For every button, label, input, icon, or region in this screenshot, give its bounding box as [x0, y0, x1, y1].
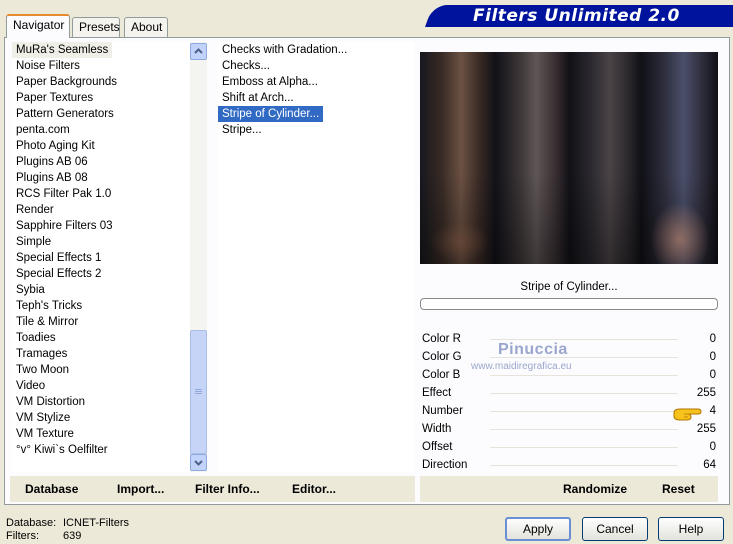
category-item[interactable]: Toadies — [12, 330, 190, 346]
filters-label: Filters: — [6, 530, 39, 542]
param-value: 0 — [709, 351, 716, 363]
category-list[interactable]: MuRa's Seamless Noise Filters Paper Backgr… — [12, 42, 190, 472]
filter-item[interactable]: Checks with Gradation... — [218, 42, 414, 58]
tab-presets[interactable]: Presets — [72, 17, 120, 37]
reset-button[interactable]: Reset — [662, 482, 695, 496]
tab-navigator[interactable]: Navigator — [6, 14, 70, 38]
slider-track[interactable] — [490, 393, 678, 394]
category-item[interactable]: VM Texture — [12, 426, 190, 442]
filter-item[interactable]: Emboss at Alpha... — [218, 74, 414, 90]
category-item[interactable]: Render — [12, 202, 190, 218]
pointing-hand-icon — [673, 408, 702, 421]
scrollbar-thumb[interactable] — [190, 330, 207, 454]
database-value: ICNET-Filters — [63, 517, 129, 529]
slider-track[interactable] — [490, 447, 678, 448]
database-label: Database: — [6, 517, 57, 529]
param-slider[interactable]: Effect 255 — [420, 384, 718, 402]
category-item[interactable]: Plugins AB 06 — [12, 154, 190, 170]
category-item[interactable]: Pattern Generators — [12, 106, 190, 122]
category-item[interactable]: Sybia — [12, 282, 190, 298]
filter-info-button[interactable]: Filter Info... — [195, 482, 260, 496]
category-item[interactable]: Paper Backgrounds — [12, 74, 190, 90]
slider-track[interactable] — [490, 375, 678, 376]
help-button[interactable]: Help — [658, 517, 724, 541]
category-item[interactable]: Special Effects 1 — [12, 250, 190, 266]
apply-button[interactable]: Apply — [505, 517, 571, 541]
category-item[interactable]: Paper Textures — [12, 90, 190, 106]
param-slider[interactable]: Color R 0 — [420, 330, 718, 348]
chevron-down-icon[interactable] — [190, 454, 207, 471]
chevron-up-icon[interactable] — [190, 43, 207, 60]
category-scrollbar[interactable] — [190, 42, 207, 472]
param-label: Number — [422, 405, 463, 417]
param-label: Direction — [422, 459, 468, 471]
param-label: Color B — [422, 369, 461, 381]
category-item[interactable]: penta.com — [12, 122, 190, 138]
param-label: Color R — [422, 333, 461, 345]
category-item[interactable]: Tile & Mirror — [12, 314, 190, 330]
filter-item[interactable]: Checks... — [218, 58, 414, 74]
category-item[interactable]: MuRa's Seamless — [12, 42, 113, 58]
param-label: Offset — [422, 441, 453, 453]
filter-item[interactable]: Stripe of Cylinder... — [218, 106, 324, 122]
category-item[interactable]: Sapphire Filters 03 — [12, 218, 190, 234]
category-item[interactable]: VM Stylize — [12, 410, 190, 426]
filter-list[interactable]: Checks with Gradation... Checks... Emboss … — [218, 42, 414, 472]
filters-value: 639 — [63, 530, 82, 542]
progress-bar — [420, 298, 718, 310]
param-value: 255 — [696, 387, 716, 399]
param-label: Color G — [422, 351, 462, 363]
watermark-url: www.maidiregrafica.eu — [471, 361, 572, 372]
param-slider[interactable]: Offset 0 — [420, 438, 718, 456]
param-value: 4 — [709, 405, 716, 417]
watermark-name: Pinuccia — [498, 341, 568, 358]
category-item[interactable]: VM Distortion — [12, 394, 190, 410]
category-item[interactable]: Plugins AB 08 — [12, 170, 190, 186]
category-item[interactable]: Special Effects 2 — [12, 266, 190, 282]
slider-track[interactable] — [490, 429, 678, 430]
param-slider[interactable]: Direction 64 — [420, 456, 718, 474]
editor-button[interactable]: Editor... — [292, 482, 336, 496]
slider-track[interactable] — [490, 411, 678, 412]
filter-item[interactable]: Stripe... — [218, 122, 414, 138]
filter-preview — [420, 52, 718, 264]
slider-track[interactable] — [490, 339, 678, 340]
category-item[interactable]: Two Moon — [12, 362, 190, 378]
param-value: 0 — [709, 333, 716, 345]
param-value: 0 — [709, 369, 716, 381]
category-item[interactable]: Video — [12, 378, 190, 394]
category-item[interactable]: Teph's Tricks — [12, 298, 190, 314]
slider-track[interactable] — [490, 465, 678, 466]
category-item[interactable]: °v° Kiwi`s Oelfilter — [12, 442, 190, 458]
cancel-button[interactable]: Cancel — [582, 517, 648, 541]
category-item[interactable]: Simple — [12, 234, 190, 250]
filter-name-label: Stripe of Cylinder... — [520, 281, 618, 293]
param-value: 0 — [709, 441, 716, 453]
app-title: Filters Unlimited 2.0 — [473, 6, 680, 26]
param-label: Effect — [422, 387, 452, 399]
randomize-button[interactable]: Randomize — [563, 482, 627, 496]
category-item[interactable]: Noise Filters — [12, 58, 190, 74]
filter-item[interactable]: Shift at Arch... — [218, 90, 414, 106]
import-button[interactable]: Import... — [117, 482, 164, 496]
category-item[interactable]: Photo Aging Kit — [12, 138, 190, 154]
category-item[interactable]: RCS Filter Pak 1.0 — [12, 186, 190, 202]
database-button[interactable]: Database — [25, 482, 78, 496]
category-item[interactable]: Tramages — [12, 346, 190, 362]
tab-about[interactable]: About — [124, 17, 168, 37]
param-value: 64 — [703, 459, 716, 471]
param-label: Width — [422, 423, 452, 435]
